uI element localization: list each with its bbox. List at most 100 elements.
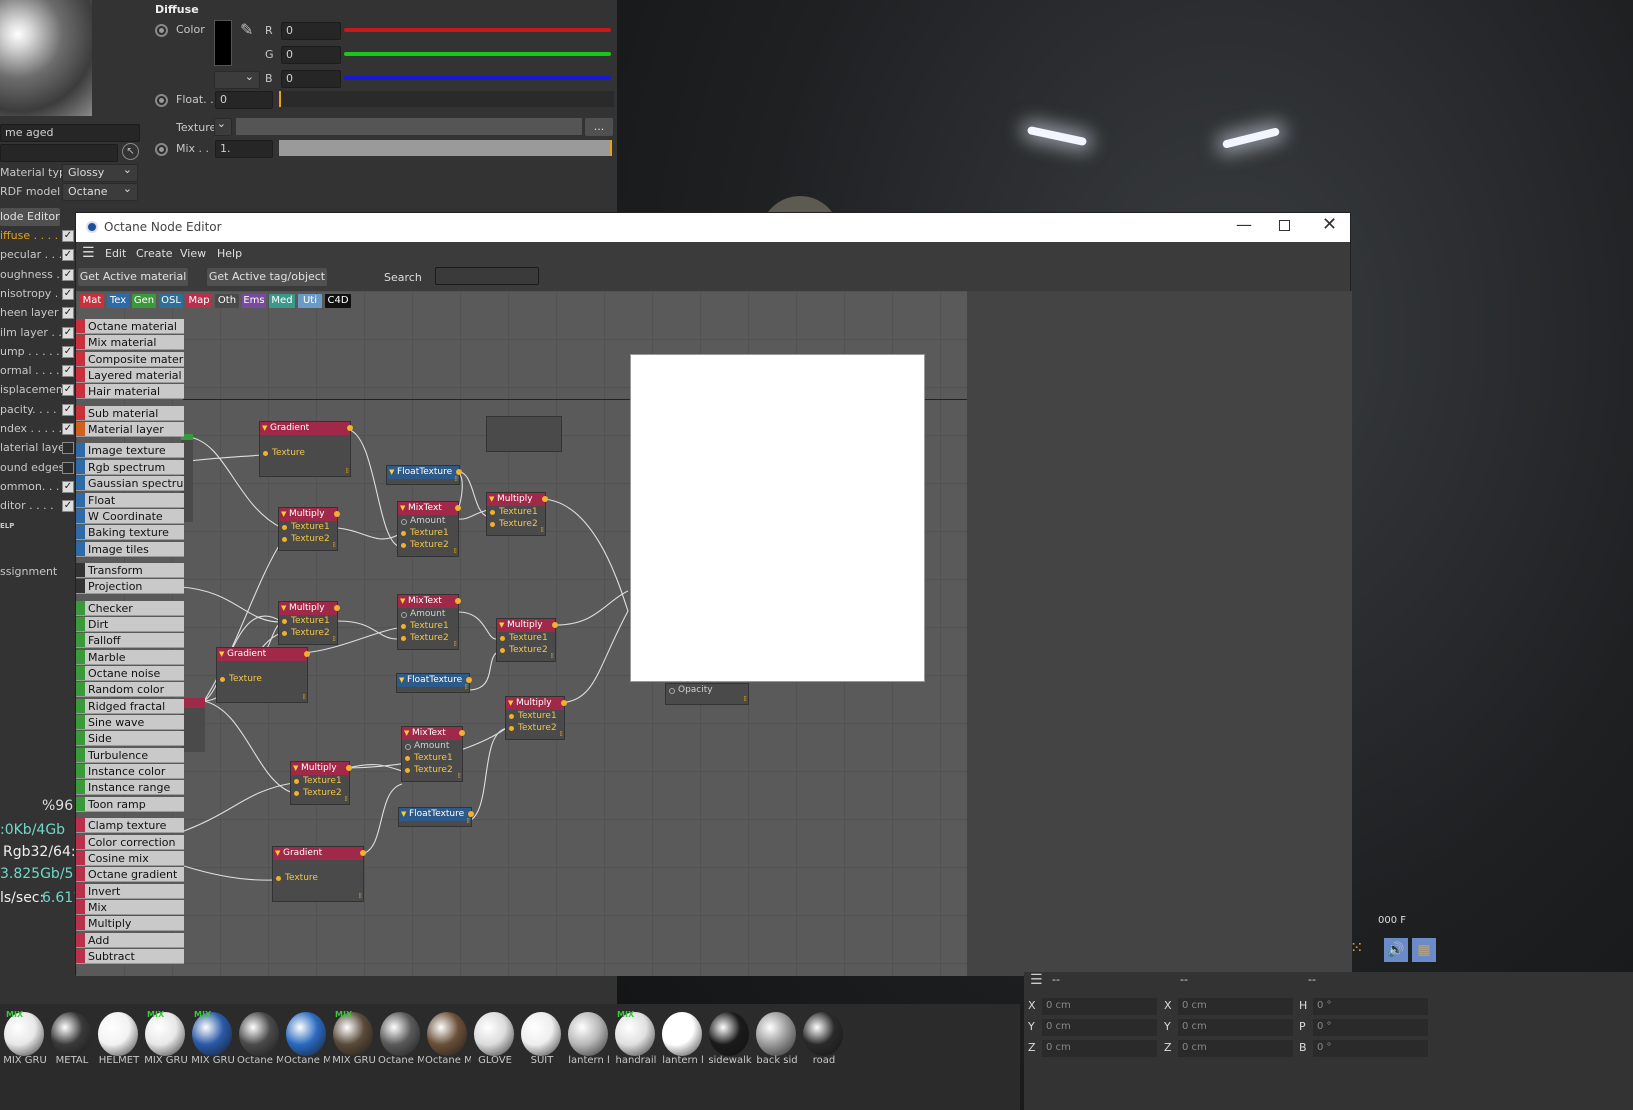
node-list-item[interactable]: Instance color xyxy=(76,764,184,780)
multiply-node-2[interactable]: Multiply Texture1 Texture2 ⁞⁞ xyxy=(486,492,548,536)
material-label[interactable]: MIX GRU xyxy=(2,1055,48,1066)
get-active-tag-button[interactable]: Get Active tag/object xyxy=(207,268,327,286)
float-slider[interactable] xyxy=(279,91,614,107)
node-list-item[interactable]: Transform xyxy=(76,562,184,578)
gradient-node-2[interactable]: Gradient Texture ⁞⁞ xyxy=(216,647,310,703)
coord-value-field[interactable]: 0 cm xyxy=(1178,998,1293,1015)
close-icon[interactable]: ✕ xyxy=(1322,214,1337,235)
node-list-item[interactable]: Baking texture xyxy=(76,525,184,541)
port-texture[interactable]: Texture xyxy=(273,872,363,884)
material-swatch[interactable] xyxy=(239,1012,279,1056)
resize-grip-icon[interactable]: ⁞⁞ xyxy=(454,640,458,648)
assignment-label[interactable]: ssignment xyxy=(0,565,57,578)
hamburger-icon[interactable]: ☰ xyxy=(82,245,95,261)
material-swatch[interactable] xyxy=(380,1012,420,1056)
material-label[interactable]: lantern l xyxy=(660,1055,706,1066)
channel-checkbox[interactable]: ✓ xyxy=(62,307,74,320)
multiply-node-4[interactable]: Multiply Texture1 Texture2 ⁞⁞ xyxy=(496,618,558,662)
node-list-item[interactable]: Turbulence xyxy=(76,747,184,763)
film-icon[interactable]: ▦ xyxy=(1412,938,1436,962)
multiply-node-3[interactable]: Multiply Texture1 Texture2 ⁞⁞ xyxy=(278,601,340,645)
resize-grip-icon[interactable]: ⁞⁞ xyxy=(560,730,564,738)
channel-checkbox[interactable]: ✓ xyxy=(62,500,74,513)
coord-value-field[interactable]: 0 cm xyxy=(1178,1040,1293,1057)
material-label[interactable]: SUIT xyxy=(519,1055,565,1066)
channel-checkbox[interactable]: ✓ xyxy=(62,326,74,339)
node-list-item[interactable]: Marble xyxy=(76,649,184,665)
material-label[interactable]: sidewalk xyxy=(707,1055,753,1066)
material-label[interactable]: lantern l xyxy=(566,1055,612,1066)
b-input[interactable]: 0 xyxy=(281,70,341,88)
node-list-item[interactable]: Subtract xyxy=(76,948,184,964)
material-swatch[interactable] xyxy=(803,1012,843,1056)
port-texture2[interactable]: Texture2 xyxy=(291,787,349,799)
port-texture[interactable]: Texture xyxy=(260,447,350,459)
coord-value-field[interactable]: 0 ° xyxy=(1313,1019,1428,1036)
material-label[interactable]: MIX GRU xyxy=(143,1055,189,1066)
channel-checkbox[interactable] xyxy=(62,461,74,474)
material-swatch[interactable] xyxy=(51,1012,91,1056)
channel-checkbox[interactable]: ✓ xyxy=(62,230,74,242)
material-swatch[interactable] xyxy=(286,1012,326,1056)
port-texture1[interactable]: Texture1 xyxy=(398,620,458,632)
port-texture1[interactable]: Texture1 xyxy=(279,521,337,533)
channel-checkbox[interactable]: ✓ xyxy=(62,287,74,300)
record-keys-icon[interactable]: ⁙ xyxy=(1350,938,1374,962)
material-label[interactable]: METAL xyxy=(49,1055,95,1066)
mixtext-node-1[interactable]: MixText Amount Texture1 Texture2 ⁞⁞ xyxy=(397,501,461,557)
node-editor-titlebar[interactable]: Octane Node Editor — ✕ xyxy=(76,213,1350,242)
port-texture1[interactable]: Texture1 xyxy=(402,752,462,764)
material-swatch[interactable] xyxy=(568,1012,608,1056)
node-list-item[interactable]: Clamp texture xyxy=(76,818,184,834)
mix-input[interactable]: 1. xyxy=(215,140,273,158)
channel-item-label[interactable]: ump . . . . . xyxy=(0,345,60,358)
node-list-item[interactable]: Dirt xyxy=(76,616,184,632)
channel-checkbox[interactable]: ✓ xyxy=(62,384,74,397)
texture-dropdown[interactable] xyxy=(214,116,232,136)
port-texture[interactable]: Texture xyxy=(217,673,307,685)
node-list-item[interactable]: Side xyxy=(76,731,184,747)
output-port[interactable] xyxy=(360,850,366,856)
channel-item-label[interactable]: pacity. . . . xyxy=(0,403,57,416)
channel-checkbox[interactable]: ✓ xyxy=(62,365,74,378)
channel-item-label[interactable]: ound edges xyxy=(0,461,64,474)
output-port[interactable] xyxy=(561,700,567,706)
search-input[interactable] xyxy=(435,267,539,285)
port-texture2[interactable]: Texture2 xyxy=(497,644,555,656)
channel-item-label[interactable]: nisotropy . . xyxy=(0,287,65,300)
port-texture2[interactable]: Texture2 xyxy=(506,722,564,734)
port-texture1[interactable]: Texture1 xyxy=(291,775,349,787)
port-texture1[interactable]: Texture1 xyxy=(487,506,545,518)
multiply-node-1[interactable]: Multiply Texture1 Texture2 ⁞⁞ xyxy=(278,507,340,551)
material-label[interactable]: HELMET xyxy=(96,1055,142,1066)
channel-item-label[interactable]: laterial layer xyxy=(0,441,69,454)
timeline-frame-indicator[interactable]: 000 F xyxy=(1378,915,1406,926)
node-list-item[interactable]: Rgb spectrum xyxy=(76,459,184,475)
channel-checkbox[interactable] xyxy=(62,442,74,455)
node-list-item[interactable]: Sub material xyxy=(76,405,184,421)
mixtext-node-2[interactable]: MixText Amount Texture1 Texture2 ⁞⁞ xyxy=(397,594,461,650)
channel-item-label[interactable]: ormal . . . . xyxy=(0,364,60,377)
color-mode-dropdown[interactable] xyxy=(214,69,260,89)
node-list-item[interactable]: Add xyxy=(76,932,184,948)
material-label[interactable]: Octane M xyxy=(378,1055,424,1066)
material-label[interactable]: road xyxy=(801,1055,847,1066)
port-texture2[interactable]: Texture2 xyxy=(398,539,458,551)
channel-checkbox[interactable]: ✓ xyxy=(62,403,74,416)
coord-value-field[interactable]: 0 ° xyxy=(1313,998,1428,1015)
texture-browse-button[interactable]: ... xyxy=(585,118,613,136)
float-input[interactable]: 0 xyxy=(215,91,273,109)
material-swatch[interactable] xyxy=(521,1012,561,1056)
node-list-item[interactable]: Hair material xyxy=(76,384,184,400)
port-amount[interactable]: Amount xyxy=(398,608,458,620)
node-list-item[interactable]: Random color xyxy=(76,682,184,698)
channel-checkbox[interactable]: ✓ xyxy=(62,249,74,262)
material-label[interactable]: back sid xyxy=(754,1055,800,1066)
output-port[interactable] xyxy=(334,605,340,611)
node-list-item[interactable]: Octane gradient xyxy=(76,867,184,883)
material-label[interactable]: Octane M xyxy=(284,1055,330,1066)
node-list-item[interactable]: Composite material xyxy=(76,351,184,367)
material-swatch[interactable] xyxy=(662,1012,702,1056)
minimize-icon[interactable]: — xyxy=(1236,215,1252,234)
resize-grip-icon[interactable]: ⁞⁞ xyxy=(345,795,349,803)
